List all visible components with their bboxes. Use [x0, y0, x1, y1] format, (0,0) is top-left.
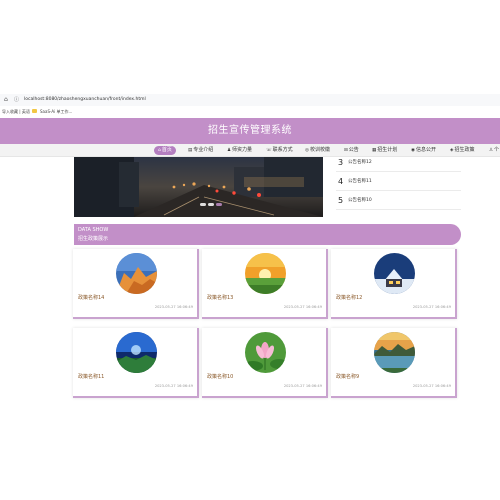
notice-title[interactable]: 公告名称11	[348, 174, 372, 190]
policy-card[interactable]: 政策名称9 2023-05-27 16:06:49	[331, 328, 457, 398]
nav-item-motto[interactable]: ◎校训校徽	[305, 146, 330, 155]
card-title[interactable]: 政策名称9	[336, 373, 359, 380]
bookmark-item[interactable]: 导入收藏 | 英语	[2, 106, 30, 118]
nav-item-faculty[interactable]: ♟师资力量	[227, 146, 252, 155]
snow-cabin-image	[374, 253, 415, 294]
carousel-dot[interactable]	[208, 203, 214, 206]
plan-icon: ▦	[372, 148, 377, 153]
card-date: 2023-05-27 16:06:49	[412, 384, 451, 388]
phone-icon: ☏	[266, 148, 272, 153]
bookmarks-bar: 导入收藏 | 英语 SaaS-Ai 单工作...	[0, 106, 500, 118]
policy-icon: ◈	[450, 148, 454, 153]
card-date: 2023-05-27 16:06:49	[412, 305, 451, 309]
mountain-image	[116, 253, 157, 294]
folder-icon	[32, 109, 37, 113]
card-date: 2023-05-27 16:06:49	[283, 305, 322, 309]
address-bar[interactable]: ⌂ ⓘ localhost:8080/zhaoshengxuanchuan/fr…	[0, 94, 500, 106]
notice-item[interactable]: 5 公告名称10	[336, 192, 461, 210]
teacher-icon: ♟	[227, 148, 232, 153]
nav-item-contact[interactable]: ☏联系方式	[266, 146, 293, 155]
notice-number: 5	[338, 196, 344, 205]
section-title-en: DATA SHOW	[78, 227, 109, 233]
card-title[interactable]: 政策名称14	[78, 294, 104, 301]
info-icon: ◉	[411, 148, 415, 153]
lotus-image	[245, 332, 286, 373]
policy-card[interactable]: 政策名称14 2023-05-27 16:06:49	[73, 249, 199, 319]
night-sky-image	[116, 332, 157, 373]
policy-card[interactable]: 政策名称10 2023-05-27 16:06:49	[202, 328, 328, 398]
notice-number: 3	[338, 158, 344, 167]
bookmark-item[interactable]: SaaS-Ai 单工作...	[40, 106, 72, 118]
notice-number: 4	[338, 177, 344, 186]
carousel-dot[interactable]	[200, 203, 206, 206]
site-header: 招生宣传管理系统	[0, 118, 500, 144]
card-title[interactable]: 政策名称10	[207, 373, 233, 380]
lake-sunset-image	[374, 332, 415, 373]
card-date: 2023-05-27 16:06:49	[154, 384, 193, 388]
home-icon: ⌂	[158, 148, 161, 153]
nav-item-home[interactable]: ⌂首页	[154, 146, 176, 155]
carousel-dot-active[interactable]	[216, 203, 222, 206]
notice-icon: ⊟	[344, 148, 348, 153]
policy-card[interactable]: 政策名称12 2023-05-27 16:06:49	[331, 249, 457, 319]
city-street-image	[74, 157, 323, 217]
home-icon[interactable]: ⌂	[4, 94, 8, 106]
url-text[interactable]: localhost:8080/zhaoshengxuanchuan/front/…	[24, 94, 146, 106]
info-icon[interactable]: ⓘ	[14, 94, 19, 106]
notice-item[interactable]: 4 公告名称11	[336, 173, 461, 191]
book-icon: ▤	[188, 148, 193, 153]
nav-item-user[interactable]: ♙个	[489, 146, 499, 155]
card-title[interactable]: 政策名称12	[336, 294, 362, 301]
card-title[interactable]: 政策名称13	[207, 294, 233, 301]
sunset-field-image	[245, 253, 286, 294]
school-icon: ◎	[305, 148, 309, 153]
card-date: 2023-05-27 16:06:49	[154, 305, 193, 309]
carousel-image[interactable]	[74, 157, 323, 217]
user-icon: ♙	[489, 148, 494, 153]
card-date: 2023-05-27 16:06:49	[283, 384, 322, 388]
notice-title[interactable]: 公告名称12	[348, 155, 372, 171]
nav-item-majors[interactable]: ▤专业介绍	[188, 146, 213, 155]
card-title[interactable]: 政策名称11	[78, 373, 104, 380]
notice-title[interactable]: 公告名称10	[348, 193, 372, 209]
policy-card[interactable]: 政策名称13 2023-05-27 16:06:49	[202, 249, 328, 319]
section-header: DATA SHOW 招生政策展示	[74, 224, 461, 245]
policy-card[interactable]: 政策名称11 2023-05-27 16:06:49	[73, 328, 199, 398]
site-title: 招生宣传管理系统	[208, 125, 292, 136]
section-title-cn: 招生政策展示	[78, 236, 109, 242]
notice-item[interactable]: 3 公告名称12	[336, 154, 461, 172]
